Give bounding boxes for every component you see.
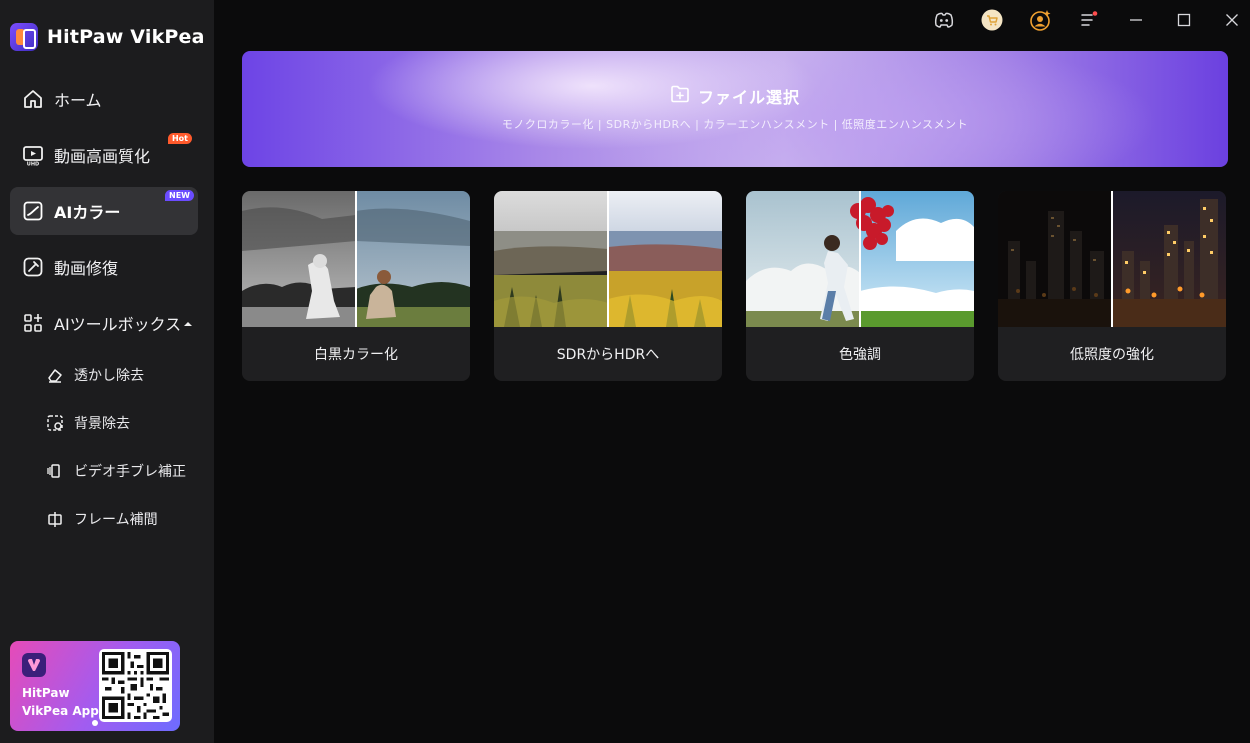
sidebar-item-label: AIツールボックス: [54, 315, 182, 334]
cart-icon[interactable]: [981, 9, 1003, 31]
app-logo-icon: [10, 23, 38, 51]
minimize-icon[interactable]: [1125, 9, 1147, 31]
folder-add-icon: [670, 85, 690, 107]
sidebar-subitem-stabilize[interactable]: ビデオ手ブレ補正: [46, 459, 186, 483]
sidebar-subitem-label: ビデオ手ブレ補正: [74, 464, 186, 480]
promo-line-1: HitPaw: [22, 686, 70, 700]
sidebar-subitem-label: 背景除去: [74, 416, 130, 432]
stabilize-icon: [46, 462, 64, 480]
colorize-preview-image: [242, 191, 470, 327]
sidebar: HitPaw VikPea ホーム UHD 動画高画質化 Hot AIカラー N…: [0, 0, 214, 743]
low-light-preview-image: [998, 191, 1226, 327]
promo-text: HitPaw VikPea App: [22, 684, 99, 720]
brand: HitPaw VikPea: [10, 22, 205, 52]
banner-subtitle: モノクロカラー化 | SDRからHDRへ | カラーエンハンスメント | 低照度…: [501, 118, 969, 131]
app-window: HitPaw VikPea ホーム UHD 動画高画質化 Hot AIカラー N…: [0, 0, 1250, 743]
sidebar-item-label: 動画修復: [54, 259, 119, 278]
svg-text:UHD: UHD: [27, 162, 39, 167]
new-badge: NEW: [165, 190, 194, 201]
close-icon[interactable]: [1221, 9, 1243, 31]
menu-icon[interactable]: [1078, 9, 1100, 31]
sidebar-subitem-label: 透かし除去: [74, 368, 144, 384]
feature-card-colorize[interactable]: 白黒カラー化: [242, 191, 470, 381]
sidebar-subitem-label: フレーム補間: [74, 512, 158, 528]
promo-line-2: VikPea App: [22, 704, 99, 718]
card-label: 色強調: [839, 347, 881, 363]
uhd-video-icon: UHD: [22, 144, 44, 166]
home-icon: [22, 88, 44, 110]
color-enhance-preview-image: [746, 191, 974, 327]
file-select-dropzone[interactable]: ファイル選択 モノクロカラー化 | SDRからHDRへ | カラーエンハンスメン…: [242, 51, 1228, 167]
sidebar-item-label: ホーム: [54, 91, 102, 110]
account-icon[interactable]: [1030, 9, 1052, 31]
mobile-app-promo[interactable]: HitPaw VikPea App: [10, 641, 180, 731]
card-label: 白黒カラー化: [314, 347, 398, 363]
eraser-icon: [46, 366, 64, 384]
vikpea-app-icon: [22, 653, 46, 677]
sidebar-item-ai-toolbox[interactable]: AIツールボックス: [10, 299, 198, 347]
sidebar-subitem-background-remove[interactable]: 背景除去: [46, 411, 130, 435]
background-remove-icon: [46, 414, 64, 432]
card-label: SDRからHDRへ: [556, 347, 660, 363]
hot-badge: Hot: [167, 133, 192, 144]
feature-card-low-light[interactable]: 低照度の強化: [998, 191, 1226, 381]
chevron-up-icon[interactable]: [183, 314, 193, 333]
promo-indicator-dot: [92, 720, 98, 726]
sidebar-item-ai-color[interactable]: AIカラー NEW: [10, 187, 198, 235]
banner-title: ファイル選択: [697, 88, 800, 107]
sdr-hdr-preview-image: [494, 191, 722, 327]
frame-interpolation-icon: [46, 510, 64, 528]
repair-icon: [22, 256, 44, 278]
maximize-icon[interactable]: [1173, 9, 1195, 31]
sidebar-item-home[interactable]: ホーム: [10, 75, 198, 123]
sidebar-item-video-repair[interactable]: 動画修復: [10, 243, 198, 291]
toolbox-icon: [22, 312, 44, 334]
qr-code: [99, 649, 172, 722]
feature-card-sdr-to-hdr[interactable]: SDRからHDRへ: [494, 191, 722, 381]
file-select-button[interactable]: ファイル選択: [242, 84, 1228, 108]
discord-icon[interactable]: [933, 9, 955, 31]
sidebar-item-label: AIカラー: [54, 203, 121, 222]
sidebar-subitem-watermark-remove[interactable]: 透かし除去: [46, 363, 144, 387]
sidebar-item-label: 動画高画質化: [54, 147, 151, 166]
ai-color-icon: [22, 200, 44, 222]
feature-card-color-enhance[interactable]: 色強調: [746, 191, 974, 381]
app-name: HitPaw VikPea: [47, 26, 205, 48]
sidebar-subitem-frame-interpolation[interactable]: フレーム補間: [46, 507, 158, 531]
card-label: 低照度の強化: [1070, 347, 1154, 363]
sidebar-item-video-enhance[interactable]: UHD 動画高画質化 Hot: [10, 131, 198, 179]
